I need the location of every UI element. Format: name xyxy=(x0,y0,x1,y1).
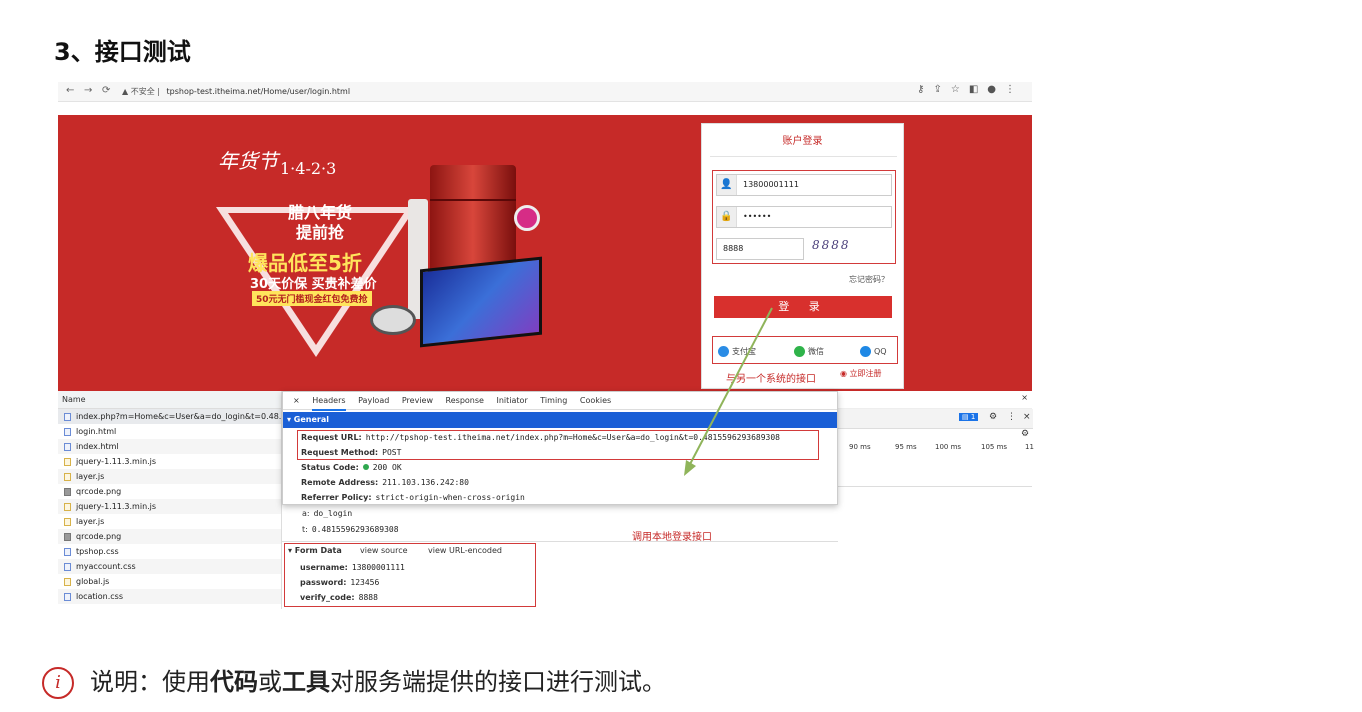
share-icon[interactable]: ⇪ xyxy=(933,84,950,95)
close-icon[interactable]: × xyxy=(1021,393,1028,402)
timing-tick: 95 ms xyxy=(895,443,917,451)
list-item[interactable]: qrcode.png xyxy=(58,529,281,544)
reload-icon[interactable]: ⟳ xyxy=(102,85,110,96)
query-t-row: t: 0.4815596293689308 xyxy=(302,525,399,534)
wechat-icon xyxy=(794,346,805,357)
qq-icon xyxy=(860,346,871,357)
view-url-encoded-link[interactable]: view URL-encoded xyxy=(428,546,502,555)
user-icon: 👤 xyxy=(717,175,737,195)
list-item[interactable]: index.html xyxy=(58,439,281,454)
payload-pane: a: do_login t: 0.4815596293689308 ▾ Form D… xyxy=(282,505,838,609)
promo-title: 腊八年货 提前抢 xyxy=(287,203,352,242)
lock-icon: 🔒 xyxy=(717,207,737,227)
tab-initiator[interactable]: Initiator xyxy=(497,392,528,410)
tab-cookies[interactable]: Cookies xyxy=(580,392,611,410)
promo-dates: 1·4-2·3 xyxy=(280,159,337,178)
brand-logo: 年货节 xyxy=(218,149,278,173)
messages-badge[interactable]: ▤ 1 xyxy=(959,413,979,421)
settings-icon[interactable]: ⚙ xyxy=(989,412,997,422)
form-username-row: username: 13800001111 xyxy=(300,563,405,572)
footer-note: i 说明：使用代码或工具对服务端提供的接口进行测试。 xyxy=(42,662,666,699)
list-item[interactable]: tpshop.css xyxy=(58,544,281,559)
list-item[interactable]: location.css xyxy=(58,589,281,604)
list-item[interactable]: jquery-1.11.3.min.js xyxy=(58,499,281,514)
tab-response[interactable]: Response xyxy=(446,392,484,410)
network-request-list: Name index.php?m=Home&c=User&a=do_login&… xyxy=(58,391,282,609)
back-icon[interactable]: ← xyxy=(66,85,74,96)
more-icon[interactable]: ⋮ xyxy=(1007,412,1016,422)
profile-icon[interactable]: ● xyxy=(987,84,1005,95)
promo-tag: 50元无门槛现金红包免费抢 xyxy=(252,291,372,306)
key-icon[interactable]: ⚷ xyxy=(917,84,933,95)
register-icon: ◉ xyxy=(840,369,850,378)
status-code-row: Status Code: 200 OK xyxy=(301,463,402,472)
promo-headline: 爆品低至5折 xyxy=(248,251,362,275)
url-text: tpshop-test.itheima.net/Home/user/login.… xyxy=(166,87,351,96)
list-item[interactable]: layer.js xyxy=(58,514,281,529)
referrer-policy-row: Referrer Policy: strict-origin-when-cross… xyxy=(301,493,525,502)
list-item[interactable]: qrcode.png xyxy=(58,484,281,499)
address-bar[interactable]: ▲ 不安全 | tpshop-test.itheima.net/Home/use… xyxy=(122,85,822,99)
menu-icon[interactable]: ⋮ xyxy=(1005,84,1024,95)
verify-code-field[interactable]: 8888 xyxy=(716,238,804,260)
timing-tick: 90 ms xyxy=(849,443,871,451)
close-icon[interactable]: × xyxy=(293,392,300,410)
waterfall-panel: × ▤ 1 ⚙ ⋮ × ⚙ 90 ms 95 ms 100 ms 105 ms … xyxy=(836,391,1034,487)
captcha-image[interactable]: 8888 xyxy=(812,238,882,258)
hairdryer-image xyxy=(514,205,540,231)
robot-vacuum-image xyxy=(370,305,416,335)
name-column-header[interactable]: Name xyxy=(58,391,281,409)
tab-timing[interactable]: Timing xyxy=(540,392,567,410)
forward-icon[interactable]: → xyxy=(84,85,92,96)
gear-icon[interactable]: ⚙ xyxy=(1021,429,1029,439)
close-icon[interactable]: × xyxy=(1023,412,1031,422)
request-method-row: Request Method: POST xyxy=(301,448,402,457)
status-ok-icon xyxy=(362,464,369,470)
browser-toolbar: ← → ⟳ ▲ 不安全 | tpshop-test.itheima.net/Ho… xyxy=(58,82,1032,102)
sidepanel-icon[interactable]: ◧ xyxy=(969,84,987,95)
info-icon: i xyxy=(42,667,74,699)
list-item[interactable]: myaccount.css xyxy=(58,559,281,574)
warning-icon: ▲ xyxy=(122,87,129,96)
star-icon[interactable]: ☆ xyxy=(951,84,969,95)
insecure-label: 不安全 xyxy=(130,87,155,96)
tab-preview[interactable]: Preview xyxy=(402,392,433,410)
forgot-password-link[interactable]: 忘记密码？ xyxy=(849,274,889,285)
promo-subline: 30天价保 买贵补差价 xyxy=(250,277,377,292)
register-link[interactable]: ◉ 立即注册 xyxy=(840,368,882,379)
list-item[interactable]: layer.js xyxy=(58,469,281,484)
tab-headers[interactable]: Headers xyxy=(312,393,346,411)
tv-image xyxy=(420,256,542,348)
list-item[interactable]: login.html xyxy=(58,424,281,439)
view-source-link[interactable]: view source xyxy=(360,546,408,555)
annotation-arrow xyxy=(684,307,773,476)
form-password-row: password: 123456 xyxy=(300,578,380,587)
qq-login[interactable]: QQ xyxy=(860,346,887,357)
page-heading: 3、接口测试 xyxy=(54,38,191,66)
form-data-header[interactable]: ▾ Form Data xyxy=(288,546,342,555)
list-item[interactable]: index.php?m=Home&c=User&a=do_login&t=0.4… xyxy=(58,409,281,424)
list-item[interactable]: global.js xyxy=(58,574,281,589)
remote-address-row: Remote Address: 211.103.136.242:80 xyxy=(301,478,469,487)
timing-tick: 105 ms xyxy=(981,443,1008,451)
username-field[interactable]: 👤 13800001111 xyxy=(716,174,892,196)
timing-tick: 100 ms xyxy=(935,443,962,451)
timing-tick: 11 xyxy=(1025,443,1034,451)
annotation-local-api: 调用本地登录接口 xyxy=(632,532,712,543)
wechat-login[interactable]: 微信 xyxy=(794,346,824,357)
password-field[interactable]: 🔒 •••••• xyxy=(716,206,892,228)
form-verify-row: verify_code: 8888 xyxy=(300,593,378,602)
tab-payload[interactable]: Payload xyxy=(358,392,389,410)
login-title: 账户登录 xyxy=(782,136,823,147)
query-a-row: a: do_login xyxy=(302,509,353,518)
list-item[interactable]: jquery-1.11.3.min.js xyxy=(58,454,281,469)
